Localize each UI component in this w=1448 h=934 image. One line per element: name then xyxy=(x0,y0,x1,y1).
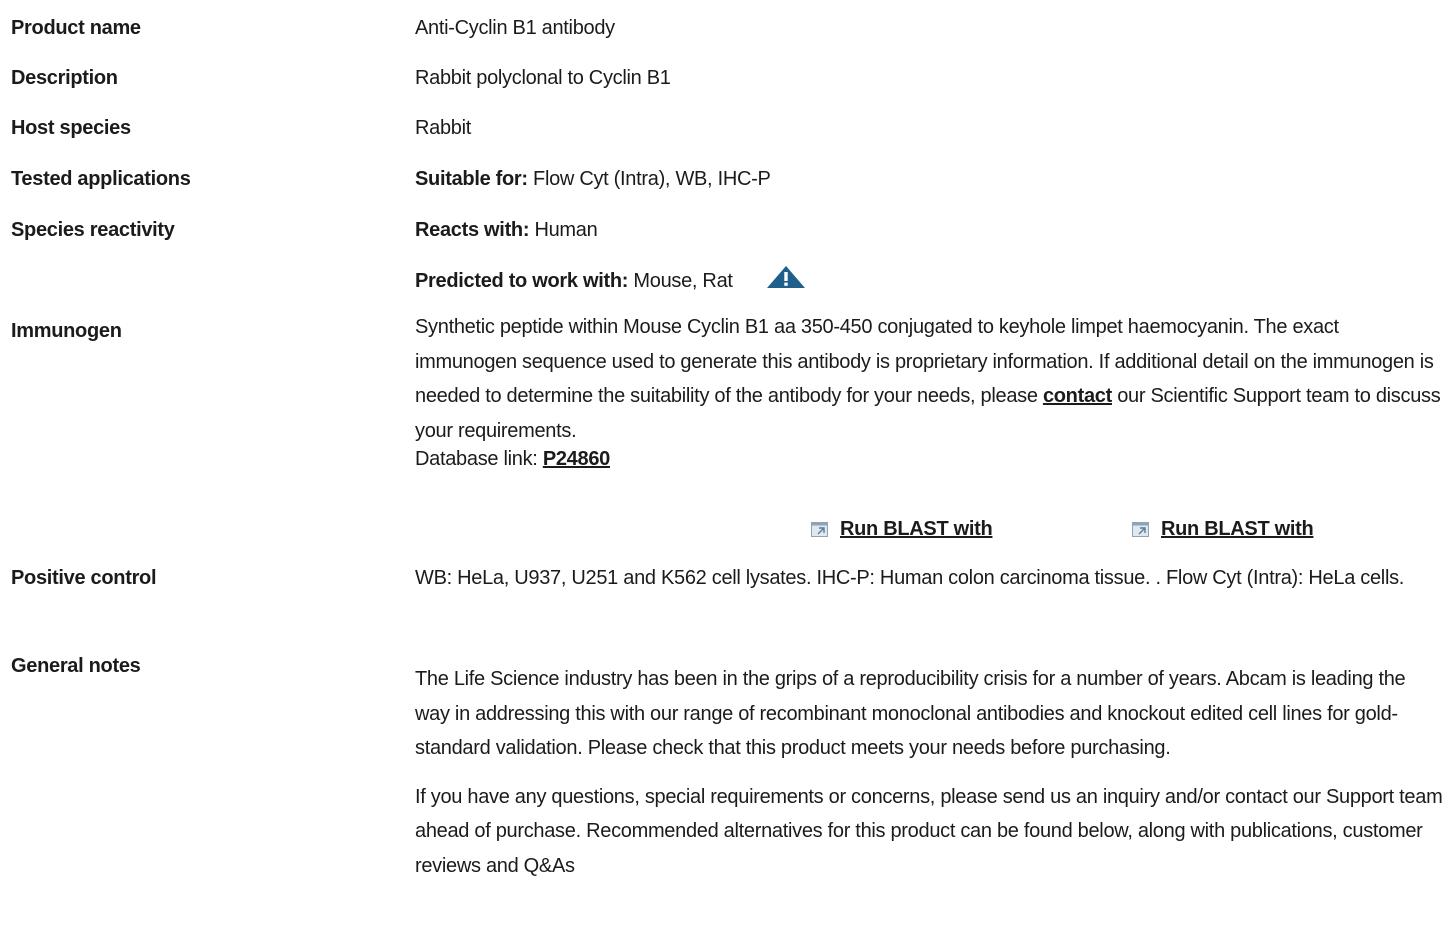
label-species-reactivity: Species reactivity xyxy=(11,219,175,241)
label-general-notes: General notes xyxy=(11,655,141,677)
contact-link[interactable]: contact xyxy=(1043,385,1112,407)
label-immunogen: Immunogen xyxy=(11,320,122,342)
value-tested-applications: Suitable for: Flow Cyt (Intra), WB, IHC-… xyxy=(415,165,1445,193)
database-link-prefix: Database link: xyxy=(415,448,538,470)
label-host-species: Host species xyxy=(11,117,131,139)
suitable-for-value: Flow Cyt (Intra), WB, IHC-P xyxy=(533,168,771,190)
value-predicted-to-work-with: Predicted to work with: Mouse, Rat xyxy=(415,265,1445,295)
value-immunogen: Synthetic peptide within Mouse Cyclin B1… xyxy=(415,310,1445,448)
product-datasheet: Product name Anti-Cyclin B1 antibody Des… xyxy=(0,0,1448,934)
general-notes-paragraph-2: If you have any questions, special requi… xyxy=(415,785,1443,877)
reacts-with-value: Human xyxy=(534,219,598,241)
external-link-icon xyxy=(1132,521,1149,537)
value-description: Rabbit polyclonal to Cyclin B1 xyxy=(415,67,671,89)
suitable-for-prefix: Suitable for: xyxy=(415,168,528,190)
predicted-value: Mouse, Rat xyxy=(633,270,733,292)
value-product-name: Anti-Cyclin B1 antibody xyxy=(415,17,615,39)
value-positive-control: WB: HeLa, U937, U251 and K562 cell lysat… xyxy=(415,567,1405,589)
value-database-link: Database link: P24860 xyxy=(415,445,1445,473)
value-host-species: Rabbit xyxy=(415,117,472,139)
run-blast-link-2[interactable]: Run BLAST with xyxy=(1132,515,1314,543)
label-description: Description xyxy=(11,67,118,89)
run-blast-label-2[interactable]: Run BLAST with xyxy=(1161,515,1314,543)
value-reacts-with: Reacts with: Human xyxy=(415,216,1445,244)
value-general-notes: The Life Science industry has been in th… xyxy=(415,662,1445,883)
run-blast-link-1[interactable]: Run BLAST with xyxy=(811,515,993,543)
label-tested-applications: Tested applications xyxy=(11,168,191,190)
general-notes-paragraph-1: The Life Science industry has been in th… xyxy=(415,668,1406,759)
run-blast-label-1[interactable]: Run BLAST with xyxy=(840,515,993,543)
database-link-p24860[interactable]: P24860 xyxy=(543,448,610,470)
predicted-prefix: Predicted to work with: xyxy=(415,270,629,292)
warning-triangle-icon[interactable] xyxy=(766,265,806,289)
external-link-icon xyxy=(811,521,828,537)
label-positive-control: Positive control xyxy=(11,567,157,589)
label-product-name: Product name xyxy=(11,17,141,39)
reacts-with-prefix: Reacts with: xyxy=(415,219,530,241)
